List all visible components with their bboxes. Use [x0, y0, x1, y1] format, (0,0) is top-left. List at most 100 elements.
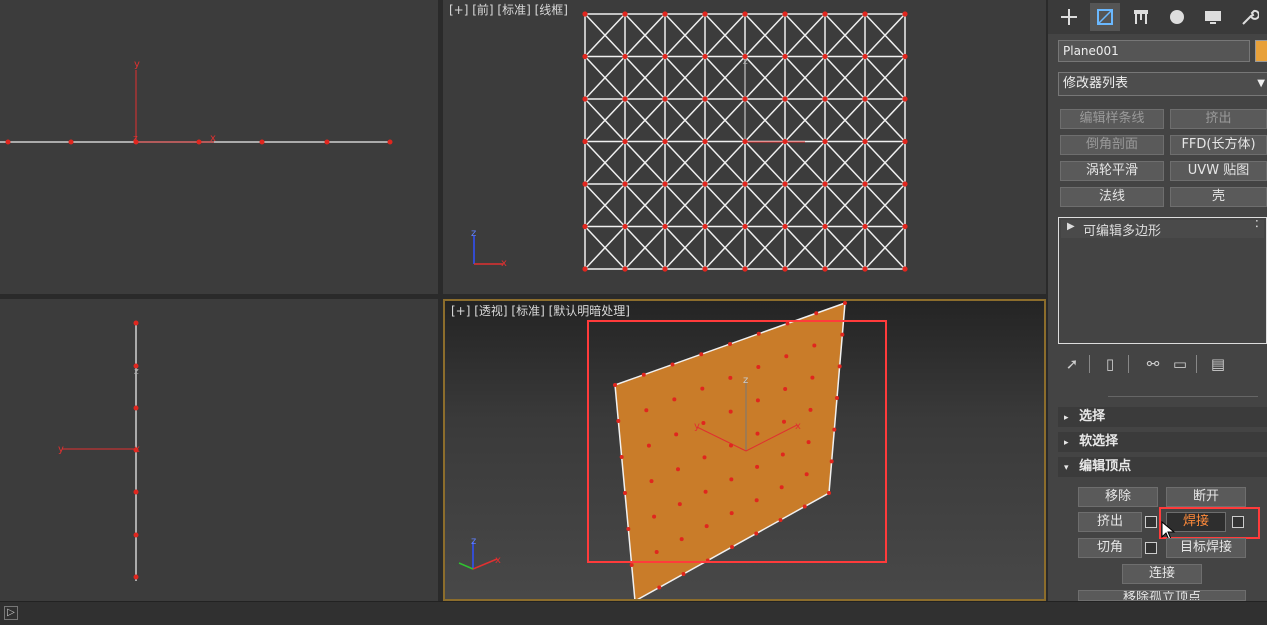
extrude-button[interactable]: 挤出	[1078, 512, 1142, 532]
vertex-dot	[702, 455, 707, 460]
toolbar-divider	[1196, 355, 1197, 373]
modifier-button-normal[interactable]: 法线	[1060, 187, 1164, 207]
vertex-dot	[702, 181, 708, 187]
stack-options-icon[interactable]: ⠅	[1255, 220, 1262, 231]
modifier-stack[interactable]: ▶ 可编辑多边形 ⠅	[1058, 217, 1267, 344]
chamfer-button[interactable]: 切角	[1078, 538, 1142, 558]
modifier-list-dropdown[interactable]: 修改器列表 ▼	[1058, 72, 1267, 96]
vertex-dot	[862, 53, 868, 60]
vertex-dot	[783, 387, 788, 391]
utilities-icon[interactable]	[1234, 3, 1264, 31]
remove-isolated-vertices-button[interactable]: 移除孤立顶点	[1078, 590, 1246, 601]
remove-button[interactable]: 移除	[1078, 487, 1158, 507]
vertex-dot	[862, 181, 868, 187]
vertex-dot	[728, 375, 733, 380]
remove-modifier-icon[interactable]: ▭	[1168, 352, 1192, 376]
object-name-field[interactable]: Plane001	[1058, 40, 1250, 62]
viewport-bottom-left[interactable]: y x z	[0, 299, 438, 601]
viewport-perspective-canvas: z y x z x	[458, 301, 887, 599]
make-unique-icon[interactable]: ⚯	[1141, 352, 1165, 376]
vertex-dot	[755, 464, 760, 469]
vertex-dot	[742, 266, 748, 272]
expand-toggle-icon[interactable]: ▷	[4, 606, 18, 620]
vertex-dot	[902, 96, 908, 102]
vertex-dot	[702, 223, 708, 230]
rollout-soft-selection[interactable]: ▸ 软选择	[1058, 432, 1267, 452]
panel-divider	[1108, 396, 1258, 397]
vertex-dot	[780, 452, 785, 457]
vertex-dot	[756, 365, 761, 370]
modifier-list-label: 修改器列表	[1063, 76, 1129, 91]
vertex-dot	[681, 572, 686, 576]
vertex-dot	[133, 532, 139, 538]
viewport-front[interactable]: z z x [+] [前] [标准] [线框]	[443, 0, 1046, 294]
rollout-edit-vertices[interactable]: ▾ 编辑顶点	[1058, 457, 1267, 477]
modifier-button-ffd-box[interactable]: FFD(长方体)	[1170, 135, 1267, 155]
target-weld-button[interactable]: 目标焊接	[1166, 538, 1246, 558]
vertex-dot	[778, 518, 783, 522]
connect-button[interactable]: 连接	[1122, 564, 1202, 584]
vertex-dot	[742, 181, 748, 187]
vertex-dot	[810, 375, 815, 380]
hierarchy-icon[interactable]	[1126, 3, 1156, 31]
vertex-dot	[702, 96, 708, 102]
corner-gizmo-z-label: z	[471, 536, 476, 547]
show-end-result-icon[interactable]: ▯	[1098, 352, 1122, 376]
rollout-arrow-icon: ▾	[1064, 463, 1069, 473]
vertex-dot	[755, 431, 760, 436]
object-color-swatch[interactable]	[1255, 40, 1267, 62]
toolbar-divider	[1128, 355, 1129, 373]
display-icon[interactable]	[1198, 3, 1228, 31]
modify-icon[interactable]	[1090, 3, 1120, 31]
modifier-button-extrude[interactable]: 挤出	[1170, 109, 1267, 129]
vertex-dot	[729, 477, 734, 482]
vertex-dot	[784, 354, 789, 359]
command-panel: Plane001 修改器列表 ▼ 编辑样条线 挤出 倒角剖面 FFD(长方体) …	[1048, 0, 1267, 601]
vertex-dot	[662, 223, 668, 230]
vertex-dot	[387, 139, 393, 145]
vertex-dot	[754, 498, 759, 503]
modifier-button-turbosmooth[interactable]: 涡轮平滑	[1060, 161, 1164, 181]
chevron-down-icon: ▼	[1257, 78, 1265, 89]
corner-gizmo-x-label: x	[495, 555, 501, 566]
vertex-dot	[827, 491, 831, 495]
chamfer-settings-icon[interactable]	[1145, 542, 1157, 554]
rollout-selection-label: 选择	[1079, 409, 1106, 424]
stack-item-label: 可编辑多边形	[1083, 224, 1162, 239]
vertex-dot	[702, 138, 708, 145]
vertex-dot	[662, 138, 668, 145]
y-axis-label: y	[134, 59, 140, 70]
modifier-button-bevel-profile[interactable]: 倒角剖面	[1060, 135, 1164, 155]
vertex-dot	[728, 409, 733, 414]
create-icon[interactable]	[1054, 3, 1084, 31]
modifier-button-uvw-map[interactable]: UVW 贴图	[1170, 161, 1267, 181]
vertex-dot	[582, 11, 588, 17]
vertex-dot	[742, 11, 748, 17]
vertex-dot	[699, 352, 704, 357]
vertex-dot	[782, 223, 788, 230]
viewport-perspective-label[interactable]: [+] [透视] [标准] [默认明暗处理]	[451, 302, 630, 319]
vertex-dot	[808, 407, 813, 412]
viewport-front-label[interactable]: [+] [前] [标准] [线框]	[449, 1, 568, 18]
modifier-button-shell[interactable]: 壳	[1170, 187, 1267, 207]
break-button[interactable]: 断开	[1166, 487, 1246, 507]
rollout-selection[interactable]: ▸ 选择	[1058, 407, 1267, 427]
pin-stack-icon[interactable]: ➚	[1060, 352, 1084, 376]
motion-icon[interactable]	[1162, 3, 1192, 31]
vertex-dot	[616, 419, 621, 423]
vertex-dot	[742, 223, 748, 230]
viewport-perspective[interactable]: z y x z x [+] [透视] [标准] [默认明暗处理]	[443, 299, 1046, 601]
vertex-dot	[862, 266, 868, 272]
status-bar: ▷	[0, 601, 1267, 625]
configure-sets-icon[interactable]: ▤	[1206, 352, 1230, 376]
vertex-dot	[582, 223, 588, 230]
vertex-dot	[702, 53, 708, 60]
vertex-dot	[837, 364, 842, 369]
modifier-button-edit-spline[interactable]: 编辑样条线	[1060, 109, 1164, 129]
vertex-dot	[626, 527, 631, 531]
extrude-settings-icon[interactable]	[1145, 516, 1157, 528]
stack-item-editable-poly[interactable]: ▶ 可编辑多边形 ⠅	[1061, 220, 1264, 239]
vertex-dot	[674, 432, 679, 437]
vertex-dot	[742, 96, 748, 102]
viewport-top-left[interactable]: y x z	[0, 0, 438, 294]
